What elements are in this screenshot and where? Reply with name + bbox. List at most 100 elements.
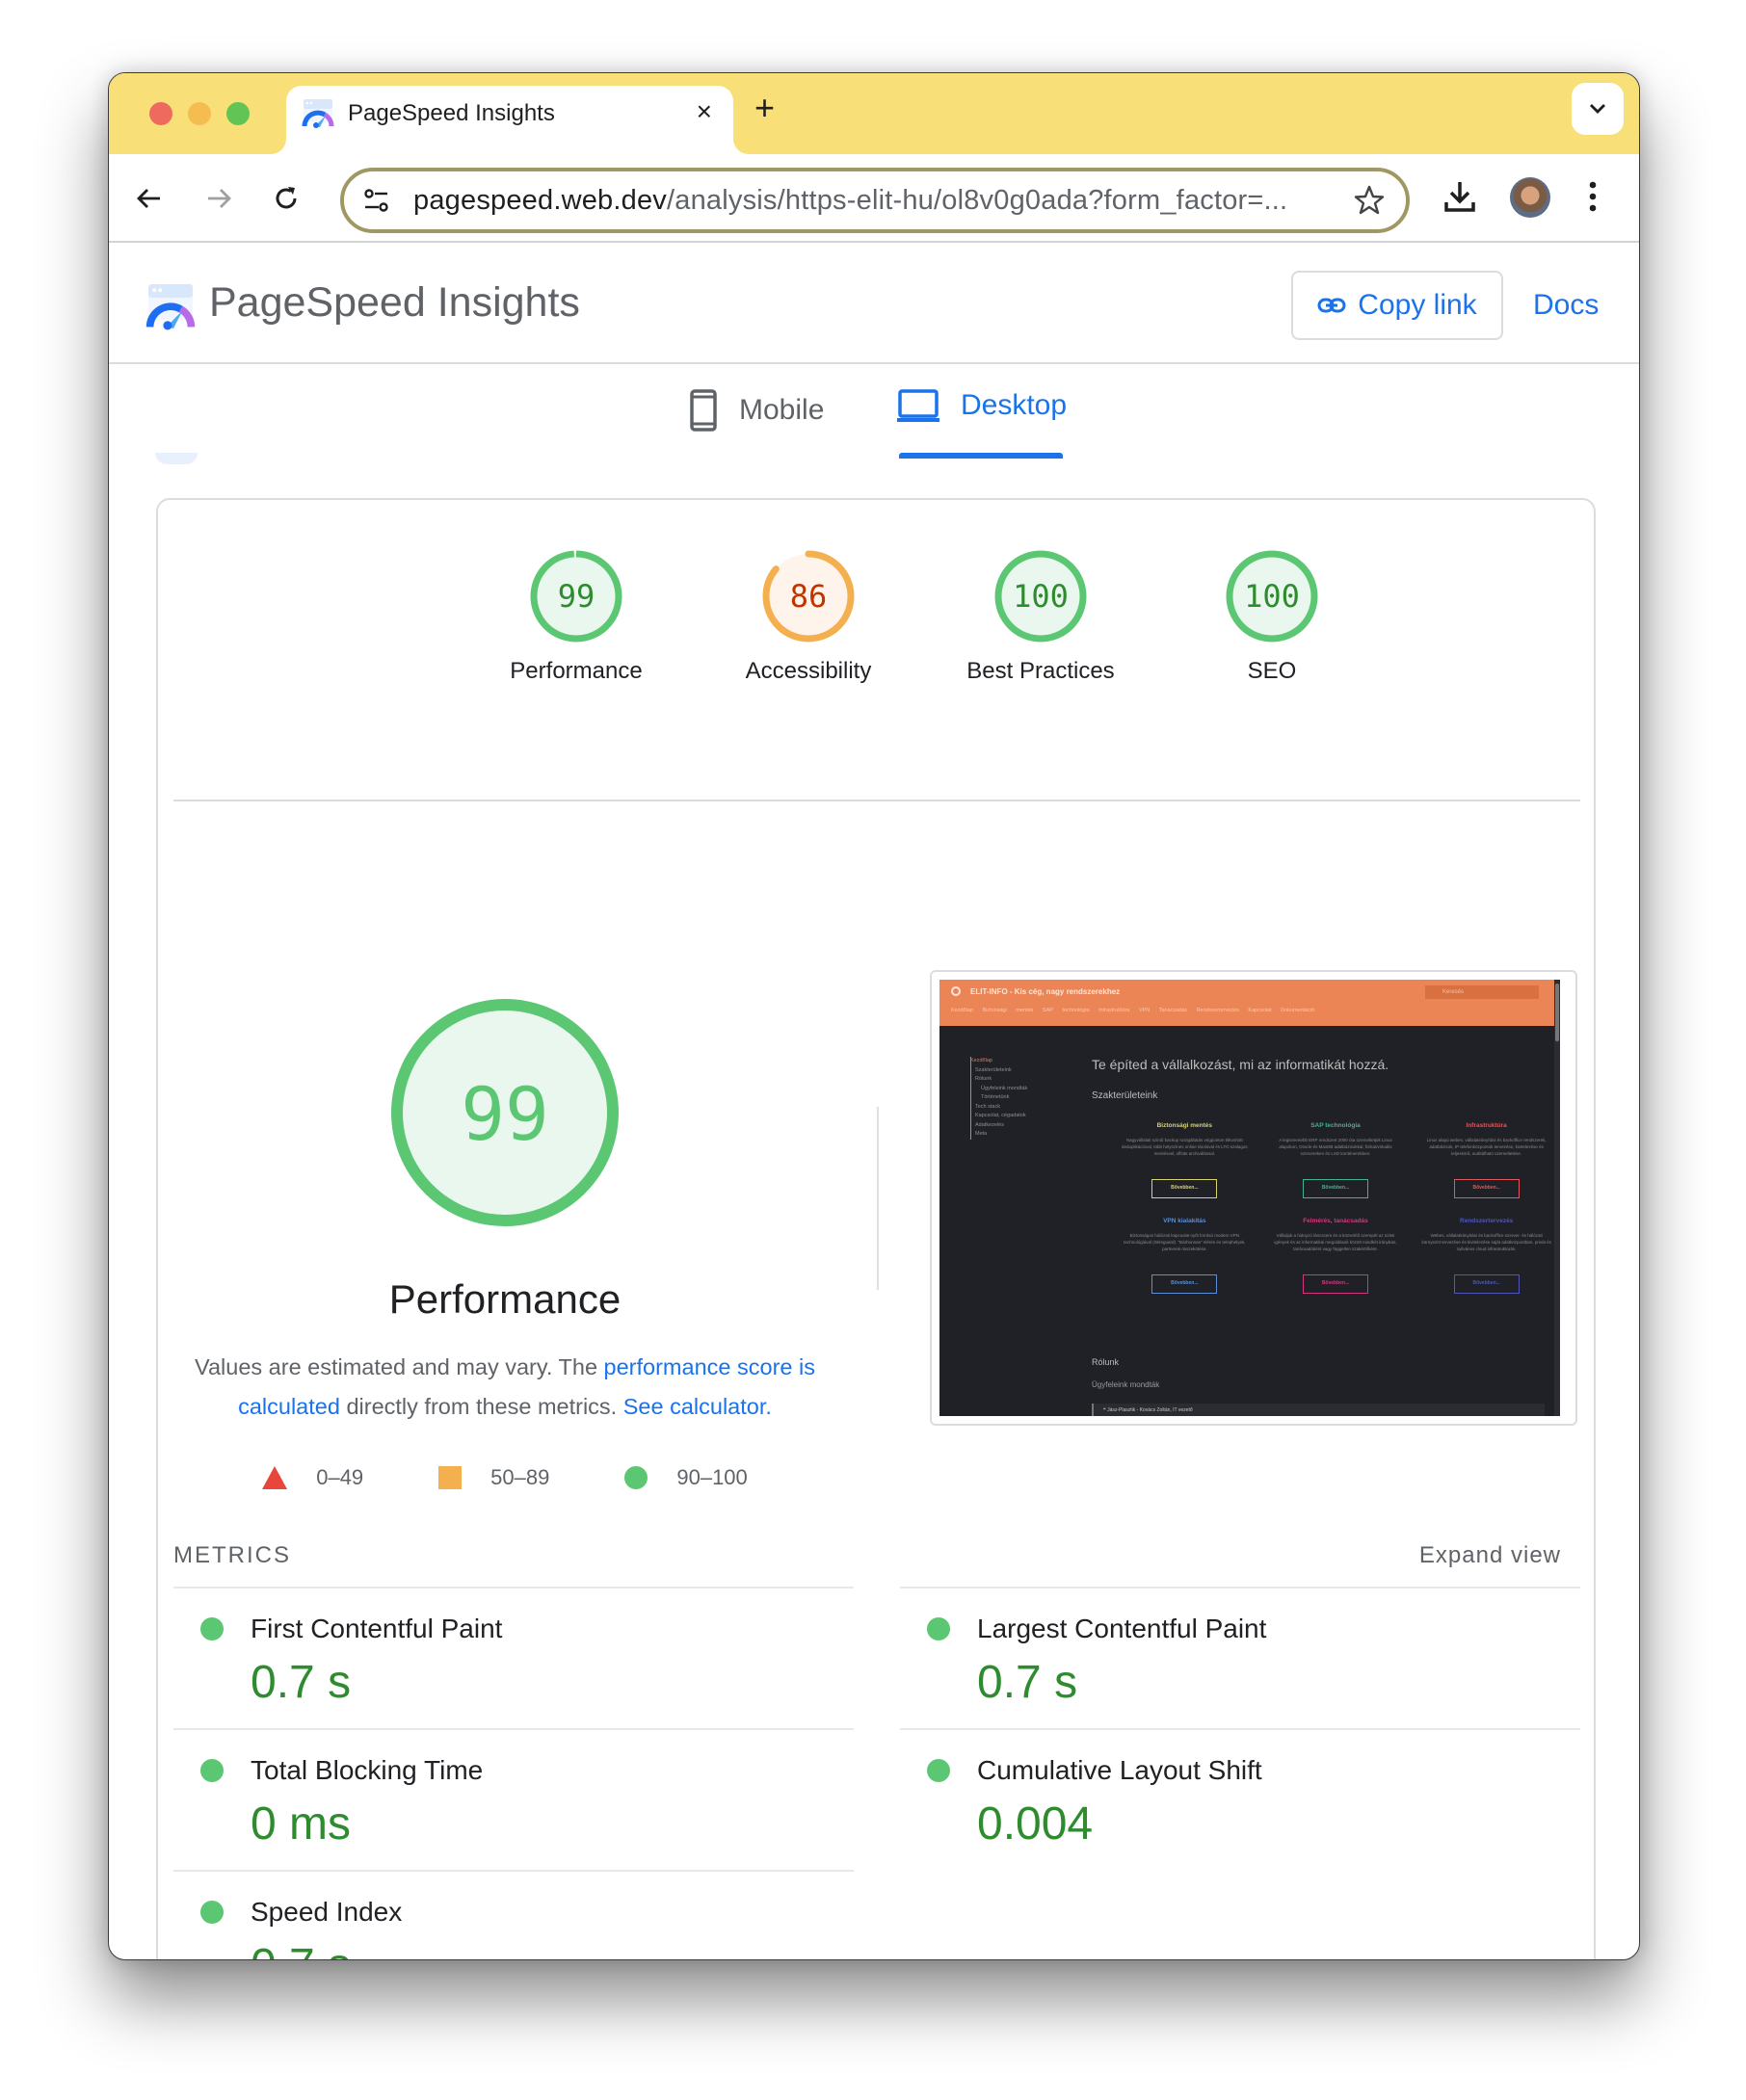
gauge-seo[interactable]: 100 SEO	[1176, 548, 1368, 685]
site-service-title: SAP technológia	[1310, 1122, 1361, 1129]
site-service-text: Linux alapú webes, vállalatirányítási és…	[1426, 1138, 1547, 1156]
gauge-label: Performance	[510, 658, 643, 684]
metrics-heading: METRICS	[173, 1542, 291, 1568]
back-button[interactable]	[130, 179, 169, 218]
url-text: pagespeed.web.dev/analysis/https-elit-hu…	[413, 185, 1288, 216]
site-logo-icon	[951, 986, 961, 996]
legend-pass: 90–100	[624, 1465, 748, 1490]
metrics-column-right: Largest Contentful Paint 0.7 s Cumulativ…	[900, 1587, 1580, 1870]
tab-desktop[interactable]: Desktop	[897, 389, 1067, 422]
site-service-button: Bővebben...	[1302, 1274, 1368, 1294]
site-headline: Te építed a vállalkozást, mi az informat…	[1092, 1057, 1389, 1072]
legend-fail: 0–49	[262, 1465, 363, 1490]
gauge-performance[interactable]: 99 Performance	[480, 548, 673, 685]
minimize-window-button[interactable]	[188, 102, 211, 125]
screenshot-image: ELIT-INFO - Kis cég, nagy rendszerekhez …	[939, 980, 1560, 1416]
performance-heading: Performance	[388, 1276, 622, 1322]
tab-strip: PageSpeed Insights × +	[109, 73, 1639, 154]
score-gauge: 99	[530, 550, 622, 643]
legend-average: 50–89	[438, 1465, 549, 1490]
laptop-icon	[897, 389, 939, 422]
docs-link[interactable]: Docs	[1533, 289, 1599, 322]
triangle-icon	[262, 1466, 288, 1489]
see-calculator-link[interactable]: See calculator.	[623, 1394, 772, 1419]
site-service-text: Biztonságos hálózati kapcsolat nyílt for…	[1124, 1233, 1246, 1251]
browser-window: PageSpeed Insights × + pagespeed.web.dev…	[108, 72, 1640, 1960]
device-tabs: Mobile Desktop	[109, 364, 1639, 464]
site-section-title: Szakterületeink	[1092, 1090, 1158, 1101]
close-tab-icon[interactable]: ×	[697, 97, 712, 126]
arrow-right-icon	[208, 189, 231, 208]
smartphone-icon	[690, 389, 717, 432]
psi-header: PageSpeed Insights Copy link Docs	[109, 243, 1639, 364]
maximize-window-button[interactable]	[226, 102, 250, 125]
site-service-button: Bővebben...	[1453, 1274, 1520, 1294]
divider	[173, 800, 1580, 801]
pagespeed-logo-icon[interactable]	[146, 281, 196, 331]
metric-lcp: Largest Contentful Paint 0.7 s	[900, 1587, 1580, 1728]
site-header: ELIT-INFO - Kis cég, nagy rendszerekhez …	[939, 980, 1560, 1026]
vertical-separator	[877, 1107, 879, 1290]
expand-view-button[interactable]: Expand view	[1419, 1542, 1561, 1569]
score-value: 86	[790, 578, 828, 615]
score-value: 100	[1244, 578, 1300, 615]
close-window-button[interactable]	[149, 102, 172, 125]
site-testimonials: Ügyfeleink mondták	[1092, 1380, 1160, 1389]
tab-title: PageSpeed Insights	[348, 100, 555, 126]
tab-search-button[interactable]	[1572, 83, 1624, 135]
site-service-card: Rendszertervezés Webes, vállalatirányítás…	[1411, 1218, 1560, 1294]
browser-toolbar: pagespeed.web.dev/analysis/https-elit-hu…	[109, 154, 1639, 243]
address-bar[interactable]: pagespeed.web.dev/analysis/https-elit-hu…	[340, 168, 1410, 233]
pass-circle-icon	[200, 1617, 224, 1641]
performance-description: Values are estimated and may vary. The p…	[195, 1354, 815, 1419]
site-service-title: Felmérés, tanácsadás	[1303, 1218, 1368, 1224]
site-service-button: Bővebben...	[1151, 1179, 1218, 1198]
site-service-button: Bővebben...	[1453, 1179, 1520, 1198]
site-brand: ELIT-INFO - Kis cég, nagy rendszerekhez	[970, 987, 1121, 996]
more-vert-icon[interactable]	[1583, 177, 1602, 216]
pagespeed-favicon-icon	[302, 99, 334, 128]
download-icon[interactable]	[1441, 177, 1479, 216]
circle-icon	[624, 1466, 648, 1489]
gauge-accessibility[interactable]: 86 Accessibility	[712, 548, 905, 685]
tab-mobile[interactable]: Mobile	[689, 389, 824, 432]
new-tab-button[interactable]: +	[754, 91, 775, 125]
final-screenshot[interactable]: ELIT-INFO - Kis cég, nagy rendszerekhez …	[930, 970, 1577, 1426]
pass-circle-icon	[200, 1901, 224, 1924]
bookmark-star-icon[interactable]	[1352, 183, 1387, 218]
score-value: 100	[1013, 578, 1069, 615]
site-services-grid: Biztonsági mentés Nagyvállalati szintű ba…	[1109, 1122, 1560, 1294]
site-service-card: Felmérés, tanácsadás Vállaljuk a hiányzó …	[1260, 1218, 1412, 1294]
site-info-icon[interactable]	[361, 185, 392, 216]
forward-button[interactable]	[199, 179, 238, 218]
site-service-title: VPN kialakítás	[1163, 1218, 1206, 1224]
site-sidebar: Kezdőlap Szakterületeink Rólunk Ügyfelei…	[970, 1057, 1027, 1140]
copy-link-button[interactable]: Copy link	[1291, 271, 1503, 340]
score-gauge: 100	[1226, 550, 1318, 643]
score-gauge: 100	[994, 550, 1087, 643]
site-service-button: Bővebben...	[1302, 1179, 1368, 1198]
site-nav: Kezdőlap Biztonsági mentés SAP technológ…	[951, 1008, 1315, 1013]
performance-gauge-large: 99	[391, 999, 619, 1226]
reload-button[interactable]	[267, 179, 305, 218]
pass-circle-icon	[927, 1617, 950, 1641]
gauge-label: Best Practices	[966, 658, 1115, 684]
site-service-text: A legismertebb ERP rendszert 2000 óta üz…	[1279, 1138, 1392, 1156]
site-service-title: Infrastruktúra	[1466, 1122, 1507, 1129]
site-service-card: SAP technológia A legismertebb ERP rendsz…	[1260, 1122, 1412, 1198]
site-service-card: Infrastruktúra Linux alapú webes, vállala…	[1411, 1122, 1560, 1198]
profile-avatar[interactable]	[1510, 177, 1550, 218]
arrow-left-icon	[137, 189, 160, 208]
site-service-card: VPN kialakítás Biztonságos hálózati kapcs…	[1109, 1218, 1260, 1294]
gauge-label: SEO	[1247, 658, 1297, 684]
metric-tbt: Total Blocking Time 0 ms	[173, 1728, 854, 1870]
pass-circle-icon	[927, 1759, 950, 1782]
gauge-best-practices[interactable]: 100 Best Practices	[944, 548, 1137, 685]
site-service-text: Vállaljuk a hiányzó láncszem és a közvet…	[1274, 1233, 1397, 1251]
browser-tab-active[interactable]: PageSpeed Insights ×	[286, 86, 733, 154]
performance-score-value: 99	[461, 1071, 549, 1157]
reload-icon	[276, 187, 297, 209]
scrolled-element-fragment	[155, 453, 198, 464]
metric-cls: Cumulative Layout Shift 0.004	[900, 1728, 1580, 1870]
score-gauge: 86	[762, 550, 855, 643]
